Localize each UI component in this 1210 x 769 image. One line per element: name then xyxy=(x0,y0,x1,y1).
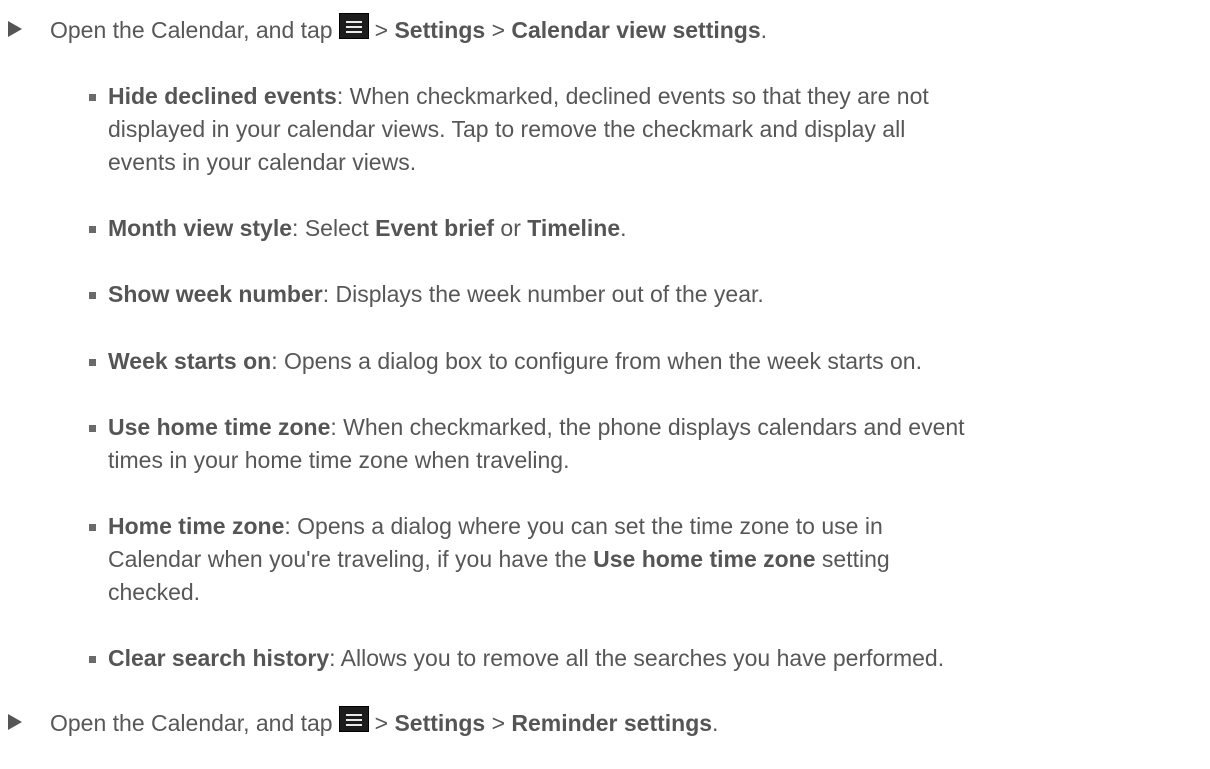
option-term: Week starts on xyxy=(108,348,272,374)
option-term: Clear search history xyxy=(108,645,330,671)
settings-label: Settings xyxy=(394,710,486,736)
choice-event-brief: Event brief xyxy=(375,215,495,241)
menu-icon xyxy=(338,13,369,39)
step-2-prefix: Open the Calendar, and tap xyxy=(50,710,333,736)
triangle-right-icon xyxy=(8,714,22,730)
square-bullet-icon xyxy=(89,524,96,531)
settings-label: Settings xyxy=(394,17,486,43)
period: . xyxy=(760,17,768,43)
option-text: Clear search history: Allows you to remo… xyxy=(108,642,1188,675)
separator: > xyxy=(374,17,389,43)
option-text: Home time zone: Opens a dialog where you… xyxy=(108,510,1188,609)
reminder-settings-label: Reminder settings xyxy=(511,710,713,736)
option-text: Show week number: Displays the week numb… xyxy=(108,278,1188,311)
option-desc: : Select xyxy=(292,215,376,241)
option-desc: : Opens a dialog where you can set the t… xyxy=(284,513,883,539)
triangle-right-icon xyxy=(8,21,22,37)
option-desc: : When checkmarked, the phone displays c… xyxy=(330,414,965,440)
use-home-time-zone-ref: Use home time zone xyxy=(593,546,816,572)
option-desc: or xyxy=(494,215,528,241)
period: . xyxy=(712,710,719,736)
option-text: Hide declined events: When checkmarked, … xyxy=(108,80,1188,179)
option-text: Use home time zone: When checkmarked, th… xyxy=(108,411,1188,477)
option-desc: : Opens a dialog box to configure from w… xyxy=(271,348,922,374)
option-term: Hide declined events xyxy=(108,83,337,109)
step-1-text: Open the Calendar, and tap > Settings > C… xyxy=(50,13,767,47)
option-text: Month view style: Select Event brief or … xyxy=(108,212,1188,245)
square-bullet-icon xyxy=(89,226,96,233)
option-desc: setting xyxy=(815,546,890,572)
option-desc: times in your home time zone when travel… xyxy=(108,447,570,473)
step-2-text: Open the Calendar, and tap > Settings > R… xyxy=(50,706,718,740)
option-desc: : Displays the week number out of the ye… xyxy=(322,281,764,307)
menu-icon xyxy=(338,706,369,732)
option-desc: Calendar when you're traveling, if you h… xyxy=(108,546,594,572)
option-desc: : When checkmarked, declined events so t… xyxy=(336,83,929,109)
separator: > xyxy=(491,710,505,736)
choice-timeline: Timeline xyxy=(527,215,621,241)
square-bullet-icon xyxy=(89,292,96,299)
option-term: Use home time zone xyxy=(108,414,331,440)
option-desc: events in your calendar views. xyxy=(108,149,417,175)
square-bullet-icon xyxy=(89,425,96,432)
separator: > xyxy=(374,710,389,736)
square-bullet-icon xyxy=(89,656,96,663)
option-term: Month view style xyxy=(108,215,293,241)
option-term: Show week number xyxy=(108,281,323,307)
option-desc: checked. xyxy=(108,579,201,605)
option-term: Home time zone xyxy=(108,513,285,539)
option-desc: displayed in your calendar views. Tap to… xyxy=(108,116,906,142)
square-bullet-icon xyxy=(89,94,96,101)
step-1-prefix: Open the Calendar, and tap xyxy=(50,17,333,43)
period: . xyxy=(620,215,627,241)
option-text: Week starts on: Opens a dialog box to co… xyxy=(108,345,1188,378)
option-desc: : Allows you to remove all the searches … xyxy=(329,645,945,671)
separator: > xyxy=(491,17,505,43)
calendar-view-settings-label: Calendar view settings xyxy=(511,17,761,43)
square-bullet-icon xyxy=(89,359,96,366)
